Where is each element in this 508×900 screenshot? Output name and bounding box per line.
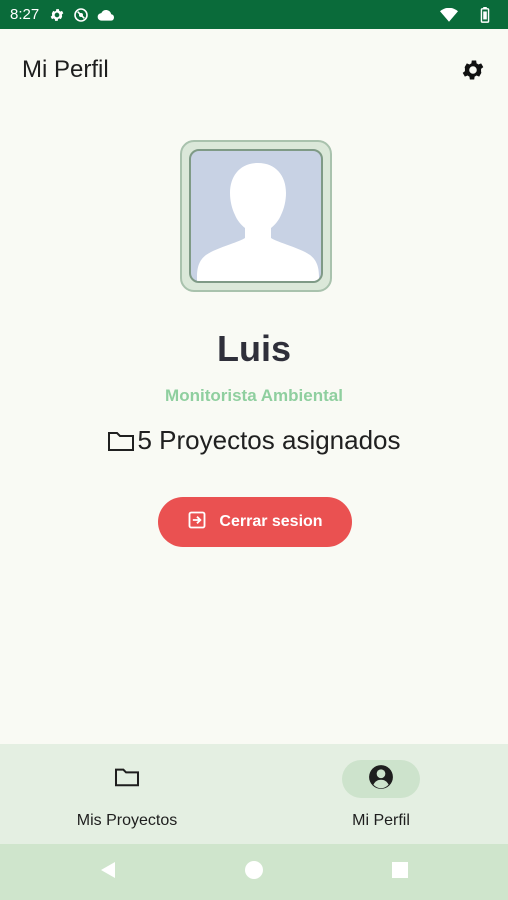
folder-icon (114, 766, 140, 793)
nav-item-label: Mi Perfil (352, 812, 410, 829)
nav-item-mis-proyectos[interactable]: Mis Proyectos (0, 744, 254, 844)
avatar-image (189, 149, 323, 283)
assigned-projects: 5 Proyectos asignados (0, 425, 508, 456)
page-title: Mi Perfil (22, 56, 109, 83)
recents-square-icon (391, 861, 409, 884)
nav-item-label: Mis Proyectos (76, 812, 178, 829)
bottom-navigation: Mis Proyectos Mi Perfil (0, 744, 508, 844)
logout-label: Cerrar sesion (219, 513, 323, 530)
cloud-icon (97, 8, 115, 22)
home-button[interactable] (181, 860, 327, 885)
gear-icon[interactable] (460, 57, 486, 83)
account-circle-icon (368, 764, 394, 795)
avatar[interactable] (180, 140, 332, 292)
top-app-bar: Mi Perfil (0, 29, 508, 111)
back-triangle-icon (99, 860, 117, 885)
person-silhouette-icon (197, 163, 319, 281)
battery-icon (480, 6, 490, 23)
no-disturb-icon (73, 7, 89, 23)
folder-icon (107, 429, 135, 453)
back-button[interactable] (35, 860, 181, 885)
assigned-projects-text: 5 Proyectos asignados (137, 425, 401, 455)
status-bar: 8:27 (0, 0, 508, 29)
nav-pill-active (342, 760, 420, 798)
nav-item-mi-perfil[interactable]: Mi Perfil (254, 744, 508, 844)
system-navigation-bar (0, 844, 508, 900)
profile-name: Luis (216, 328, 291, 369)
wifi-icon (440, 7, 458, 22)
status-time: 8:27 (10, 6, 40, 23)
profile-role: Monitorista Ambiental (165, 386, 343, 405)
logout-button[interactable]: Cerrar sesion (158, 497, 352, 547)
settings-status-icon (49, 7, 65, 23)
logout-icon (187, 510, 207, 535)
recents-button[interactable] (327, 861, 473, 884)
home-circle-icon (244, 860, 264, 885)
nav-pill (88, 760, 166, 798)
